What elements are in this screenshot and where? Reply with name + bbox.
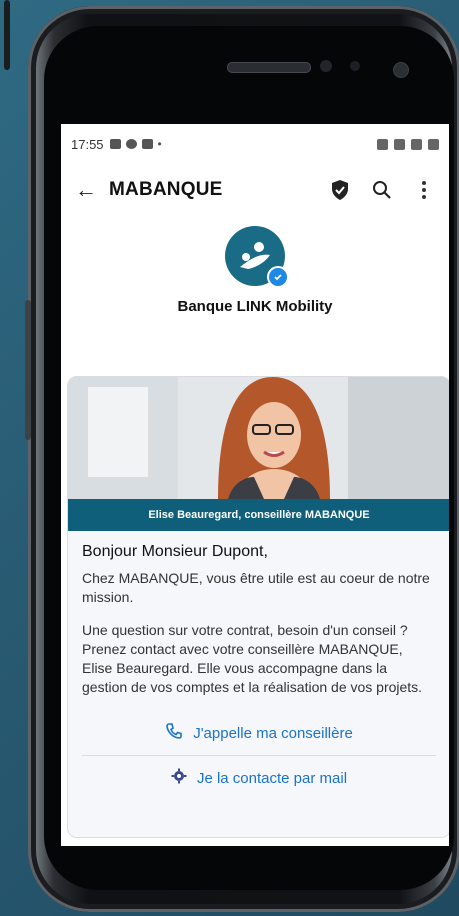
front-camera: [393, 62, 409, 78]
more-vert-icon[interactable]: [409, 181, 439, 199]
signal-icon: [411, 138, 422, 150]
phone-bottom-bezel: [61, 846, 449, 856]
phone-screen: 17:55 • ← MABANQUE Banque LINK Mobility …: [61, 124, 449, 846]
phone-sensor: [320, 60, 332, 72]
card-paragraph: Une question sur votre contrat, besoin d…: [82, 622, 423, 695]
app-bar: ← MABANQUE: [61, 164, 449, 216]
call-advisor-button[interactable]: J'appelle ma conseillère: [68, 711, 449, 755]
image-icon: [109, 139, 121, 149]
card-paragraph: Chez MABANQUE, vous être utile est au co…: [82, 570, 430, 605]
phone-sensor: [350, 61, 360, 71]
status-time: 17:55: [71, 136, 104, 152]
status-bar: 17:55 •: [61, 124, 449, 164]
verified-badge-icon: [267, 266, 289, 288]
advisor-photo: [68, 377, 449, 499]
phone-side-button-top: [4, 0, 10, 70]
back-arrow-icon[interactable]: ←: [75, 177, 97, 203]
photo-caption: Elise Beauregard, conseillère MABANQUE: [68, 499, 449, 531]
phone-speaker: [227, 62, 311, 73]
shield-icon[interactable]: [325, 179, 355, 201]
call-advisor-label: J'appelle ma conseillère: [193, 724, 353, 742]
dot-icon: •: [157, 137, 162, 151]
email-advisor-label: Je la contacte par mail: [196, 769, 348, 787]
calendar-icon: [141, 139, 153, 149]
conversation-title: MABANQUE: [109, 179, 223, 200]
phone-icon: [165, 722, 183, 744]
email-advisor-button[interactable]: Je la contacte par mail: [68, 756, 449, 800]
business-profile: Banque LINK Mobility: [61, 226, 449, 315]
card-actions: J'appelle ma conseillère Je la contacte …: [68, 711, 449, 800]
rich-card: Elise Beauregard, conseillère MABANQUE B…: [67, 376, 449, 838]
card-title: Bonjour Monsieur Dupont,: [82, 543, 268, 560]
nfc-icon: [377, 138, 388, 150]
gear-icon: [171, 768, 187, 788]
gear-icon: [125, 139, 137, 149]
business-name: Banque LINK Mobility: [177, 298, 333, 315]
search-icon[interactable]: [367, 180, 397, 200]
battery-icon: [428, 138, 439, 150]
wifi-icon: [394, 138, 405, 150]
brand-logo[interactable]: [225, 226, 289, 288]
phone-side-button: [25, 300, 31, 440]
